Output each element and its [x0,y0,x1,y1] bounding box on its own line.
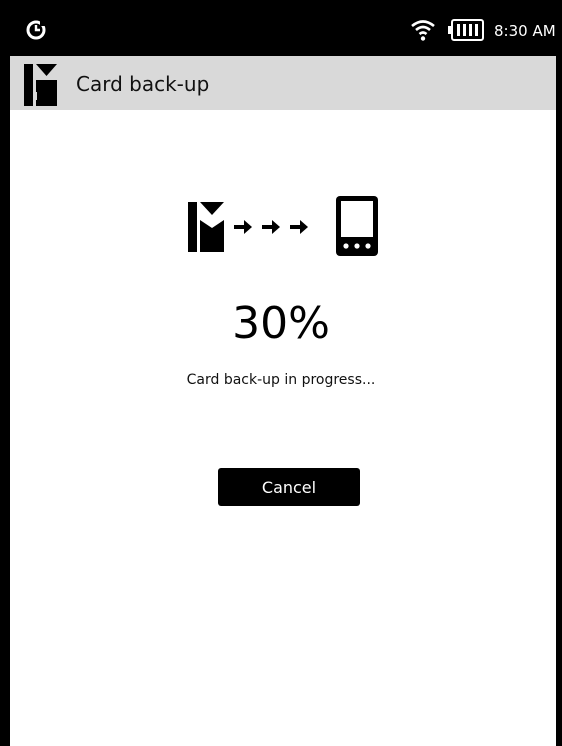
progress-percent: 30% [232,298,330,349]
status-clock: 8:30 AM [494,22,556,40]
app-bar: Card back-up [10,56,556,110]
backup-transfer-graphic [184,192,384,260]
arrow-right-icon [290,220,308,234]
sync-icon [24,18,48,42]
battery-icon [448,19,484,41]
app-logo-icon [24,62,58,106]
card-logo-icon [188,202,224,252]
status-bar: 8:30 AM [0,0,562,56]
cancel-button[interactable]: Cancel [218,468,360,506]
wifi-icon [410,18,436,42]
arrow-right-icon [234,220,252,234]
progress-status-text: Card back-up in progress... [186,372,376,388]
device-icon [336,196,378,256]
arrow-right-icon [262,220,280,234]
page-title: Card back-up [76,72,210,96]
